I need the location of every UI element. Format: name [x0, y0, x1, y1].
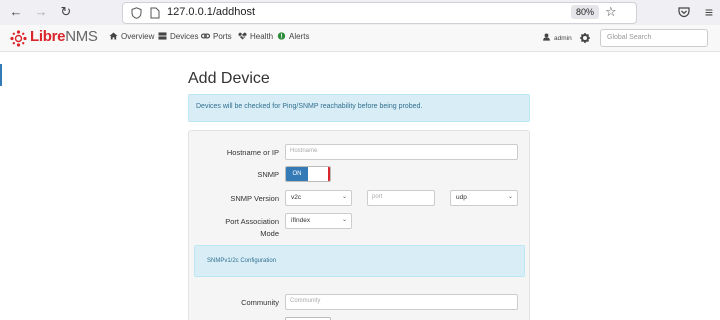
snmp-label: SNMP [257, 170, 279, 179]
alert-circle-icon [277, 32, 286, 40]
chevron-down-icon: ⌄ [341, 217, 347, 223]
nav-devices[interactable]: Devices [158, 32, 198, 41]
browser-toolbar: ← → ↻ 127.0.0.1/addhost 80% ☆ ≡ [0, 0, 720, 26]
logo-mark-icon [10, 30, 27, 47]
heartbeat-icon [238, 32, 247, 40]
transport-select[interactable]: udp ⌄ [450, 190, 518, 206]
nav-health[interactable]: Health [238, 32, 273, 41]
nav-overview[interactable]: Overview [109, 32, 154, 41]
bookmark-star-icon[interactable]: ☆ [605, 4, 617, 20]
community-placeholder: Community [290, 298, 321, 304]
port-association-label-line2: Mode [260, 229, 279, 238]
community-input[interactable]: Community [285, 294, 518, 310]
nav-devices-label: Devices [170, 32, 199, 41]
global-search-input[interactable]: Global Search [600, 29, 708, 47]
sidebar-tab[interactable] [0, 64, 2, 86]
user-name: admin [554, 35, 572, 42]
nav-overview-label: Overview [121, 32, 155, 41]
snmp-toggle-knob [308, 167, 328, 181]
logo-text: LibreNMS [30, 28, 98, 45]
logo-text-nms: NMS [65, 28, 98, 45]
zoom-level[interactable]: 80% [571, 5, 600, 19]
nav-alerts-label: Alerts [289, 32, 310, 41]
gear-icon[interactable] [580, 33, 590, 43]
snmp-config-title: SNMPv1/2c Configuration [207, 258, 277, 264]
chevron-down-icon: ⌄ [341, 194, 347, 200]
link-icon [201, 33, 210, 39]
server-icon [158, 32, 167, 40]
nav-ports-label: Ports [213, 32, 232, 41]
snmp-version-select[interactable]: v2c ⌄ [285, 190, 352, 206]
user-icon [543, 33, 550, 41]
shield-icon [131, 7, 142, 19]
menu-icon[interactable]: ≡ [701, 4, 717, 20]
page-title: Add Device [188, 70, 270, 87]
hostname-label: Hostname or IP [226, 148, 279, 157]
snmp-toggle-edge [328, 167, 330, 181]
nav-health-label: Health [250, 32, 274, 41]
home-icon [109, 32, 118, 40]
port-association-value: ifIndex [291, 217, 311, 224]
port-association-label-line1: Port Association [225, 217, 279, 226]
port-association-label: Port Association Mode [189, 217, 279, 238]
page-icon [150, 7, 160, 19]
logo-text-libre: Libre [30, 28, 66, 45]
reload-icon[interactable]: ↻ [58, 4, 74, 20]
info-alert: Devices will be checked for Ping/SNMP re… [188, 94, 530, 122]
chevron-down-icon: ⌄ [507, 194, 513, 200]
transport-value: udp [456, 194, 467, 201]
app-navbar: LibreNMS Overview Devices Ports Health A… [0, 25, 720, 52]
snmp-version-label: SNMP Version [230, 194, 279, 203]
info-alert-text: Devices will be checked for Ping/SNMP re… [196, 103, 423, 110]
global-search-placeholder: Global Search [607, 34, 652, 41]
community-label: Community [241, 298, 279, 307]
nav-ports[interactable]: Ports [201, 32, 232, 41]
back-arrow-icon[interactable]: ← [8, 4, 24, 20]
snmp-toggle-on: ON [286, 167, 308, 181]
url-text: 127.0.0.1/addhost [167, 6, 256, 18]
nav-alerts[interactable]: Alerts [277, 32, 309, 41]
port-input[interactable]: port [367, 190, 435, 206]
snmp-toggle[interactable]: ON [285, 166, 331, 182]
port-placeholder: port [372, 194, 383, 200]
forward-arrow-icon[interactable]: → [33, 4, 49, 20]
address-bar[interactable]: 127.0.0.1/addhost 80% ☆ [122, 2, 637, 24]
pocket-icon[interactable] [678, 6, 690, 18]
add-device-form: Hostname or IP Hostname SNMP ON SNMP Ver… [188, 130, 530, 320]
snmp-config-section: SNMPv1/2c Configuration [194, 245, 525, 277]
hostname-placeholder: Hostname [290, 148, 318, 154]
snmp-version-value: v2c [291, 194, 302, 201]
user-menu[interactable]: admin [542, 33, 572, 42]
port-association-select[interactable]: ifIndex ⌄ [285, 213, 352, 229]
hostname-input[interactable]: Hostname [285, 144, 518, 160]
